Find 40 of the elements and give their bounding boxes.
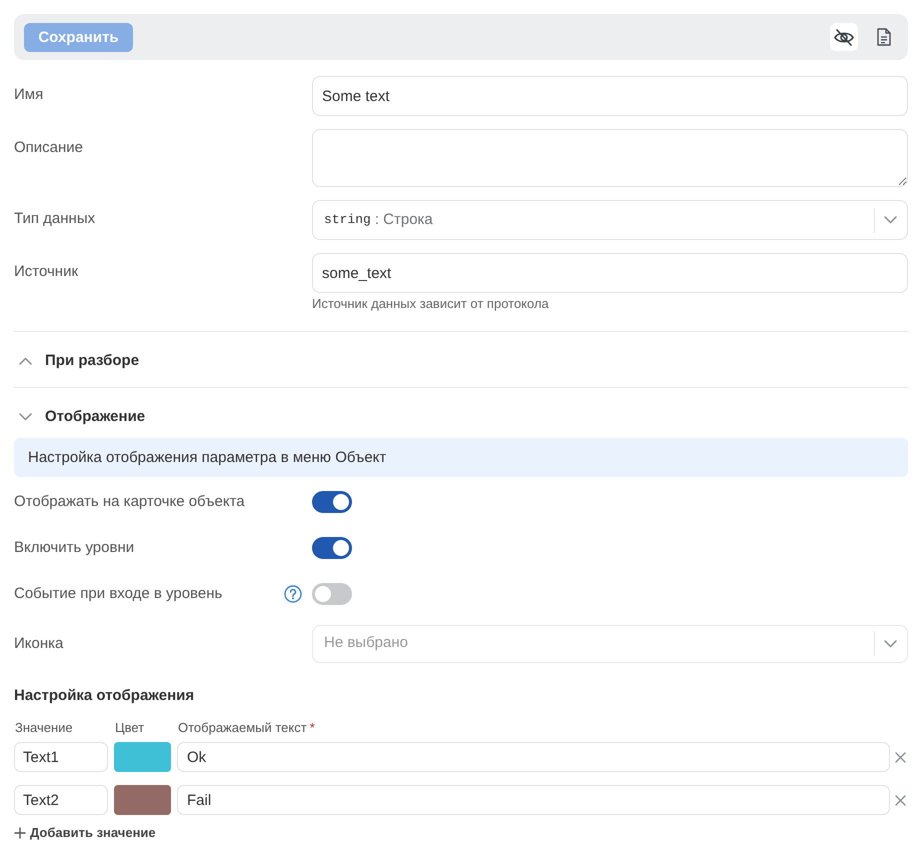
color-swatch[interactable] [114, 785, 171, 815]
text-field[interactable]: Ok [177, 742, 890, 772]
field-label: Источник [14, 262, 80, 282]
text-field[interactable]: some_text [312, 253, 908, 293]
switch-label: Событие при входе в уровень [14, 584, 222, 604]
value-field[interactable]: Text2 [14, 785, 108, 815]
add-value-button[interactable]: Добавить значение [14, 825, 156, 841]
help-text: Источник данных зависит от протокола [312, 296, 549, 312]
chevron-down-icon [884, 216, 897, 224]
required-mark: * [310, 720, 315, 736]
field-label: Иконка [14, 634, 64, 654]
subsection-title: Настройка отображения [14, 686, 194, 706]
plus-icon [14, 827, 26, 839]
chevron-down-icon [884, 640, 897, 648]
toggle-switch[interactable] [312, 536, 352, 558]
column-header: Отображаемый текст [178, 720, 307, 736]
switch-label: Отображать на карточке объекта [14, 492, 245, 512]
close-icon[interactable] [895, 794, 906, 806]
text-field[interactable]: Some text [312, 76, 908, 116]
document-icon [877, 28, 891, 46]
field-label: Имя [14, 85, 44, 105]
toggle-switch[interactable] [312, 582, 352, 604]
textarea-field[interactable] [312, 129, 908, 187]
toggle-switch[interactable] [312, 490, 352, 512]
switch-label: Включить уровни [14, 538, 134, 558]
field-label: Описание [14, 138, 84, 158]
select-field[interactable]: string : Строка [312, 200, 908, 240]
field-label: Тип данных [14, 209, 96, 229]
text-field[interactable]: Fail [177, 785, 890, 815]
info-banner: Настройка отображения параметра в меню Объект [14, 438, 908, 476]
hide-toggle-button[interactable] [830, 23, 858, 51]
section-header[interactable]: Отображение [14, 388, 908, 438]
column-header: Цвет [115, 720, 144, 736]
color-swatch[interactable] [114, 742, 171, 772]
eye-slash-icon [834, 28, 854, 46]
section-header[interactable]: При разборе [14, 332, 908, 382]
question-icon[interactable] [284, 584, 302, 602]
column-header: Значение [15, 720, 73, 736]
close-icon[interactable] [895, 752, 906, 762]
value-field[interactable]: Text1 [14, 742, 108, 772]
